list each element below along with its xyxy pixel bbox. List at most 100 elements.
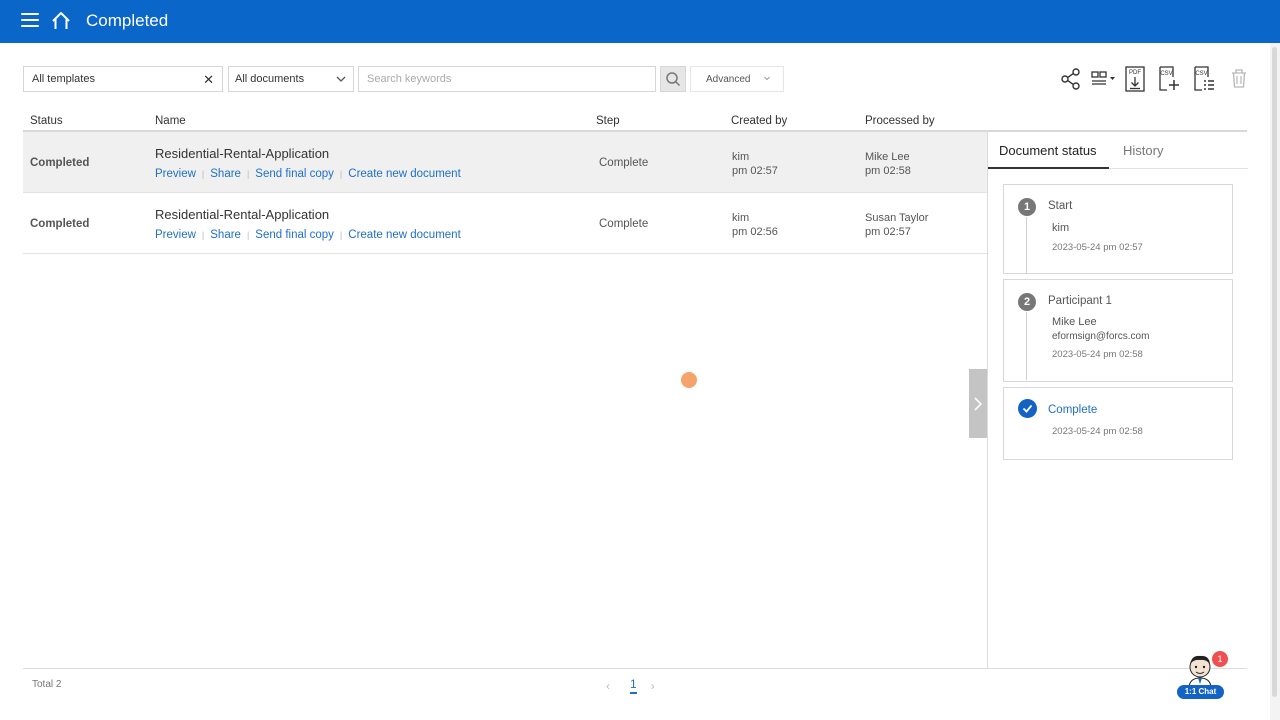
pdf-icon-text: PDF (1129, 70, 1141, 76)
tab-history[interactable]: History (1123, 143, 1163, 158)
document-status-panel: Document status History 1 Start kim 2023… (987, 132, 1248, 668)
row-document-name[interactable]: Residential-Rental-Application (155, 207, 329, 222)
csv-add-icon[interactable]: CSV (1157, 66, 1181, 92)
create-new-document-link[interactable]: Create new document (348, 168, 461, 180)
separator: | (339, 169, 343, 179)
home-icon[interactable] (51, 11, 71, 31)
separator: | (246, 169, 250, 179)
step-card-start: 1 Start kim 2023-05-24 pm 02:57 (1003, 184, 1233, 274)
create-new-document-link[interactable]: Create new document (348, 229, 461, 241)
processed-by-name: Susan Taylor (865, 212, 929, 224)
created-time: pm 02:57 (732, 165, 778, 177)
scrollbar-thumb[interactable] (1272, 47, 1277, 697)
search-box[interactable] (358, 66, 656, 92)
share-icon[interactable] (1060, 66, 1082, 92)
step-person: Mike Lee (1052, 316, 1097, 328)
preview-link[interactable]: Preview (155, 229, 196, 241)
created-time: pm 02:56 (732, 226, 778, 238)
separator: | (201, 230, 205, 240)
step-date: 2023-05-24 pm 02:58 (1052, 349, 1143, 360)
csv-add-icon-text: CSV (1160, 71, 1172, 77)
created-by-name: kim (732, 151, 750, 163)
csv-list-icon[interactable]: CSV (1192, 66, 1216, 92)
created-by-name: kim (732, 212, 750, 224)
check-icon (1018, 399, 1037, 418)
page-title: Completed (86, 11, 169, 30)
table-footer: Total 2 ‹ 1 › (23, 668, 1247, 708)
processed-time: pm 02:57 (865, 226, 911, 238)
row-step: Complete (599, 157, 649, 169)
total-count: Total 2 (32, 679, 62, 690)
top-bar: Completed (0, 0, 1280, 43)
step-card-participant: 2 Participant 1 Mike Lee eformsign@forcs… (1003, 279, 1233, 382)
search-input[interactable] (367, 73, 647, 85)
advanced-label: Advanced (706, 73, 751, 85)
processed-time: pm 02:58 (865, 165, 911, 177)
row-actions: Preview | Share | Send final copy | Create … (155, 168, 461, 180)
template-filter[interactable]: All templates ✕ (23, 66, 223, 92)
prev-page-icon[interactable]: ‹ (606, 679, 616, 693)
search-icon (666, 72, 681, 87)
row-created: kim pm 02:56 (732, 211, 778, 239)
column-step[interactable]: Step (596, 115, 620, 127)
chevron-down-icon (764, 76, 770, 81)
step-email: eformsign@forcs.com (1052, 331, 1150, 342)
row-status: Completed (30, 157, 90, 169)
layout-toggle-icon[interactable] (1090, 66, 1118, 92)
tab-document-status[interactable]: Document status (999, 143, 1097, 158)
hamburger-menu-icon[interactable] (21, 13, 39, 29)
column-status[interactable]: Status (30, 115, 63, 127)
send-final-copy-link[interactable]: Send final copy (255, 229, 334, 241)
row-actions: Preview | Share | Send final copy | Create … (155, 229, 461, 241)
send-final-copy-link[interactable]: Send final copy (255, 168, 334, 180)
step-connector (1026, 217, 1027, 273)
step-person: kim (1052, 222, 1070, 234)
advanced-search-button[interactable]: Advanced (690, 66, 784, 92)
row-processed: Susan Taylor pm 02:57 (865, 211, 928, 239)
share-link[interactable]: Share (210, 229, 241, 241)
step-card-complete: Complete 2023-05-24 pm 02:58 (1003, 387, 1233, 460)
row-created: kim pm 02:57 (732, 150, 778, 178)
notification-badge: 1 (1212, 651, 1228, 667)
template-filter-value: All templates (32, 73, 95, 85)
share-link[interactable]: Share (210, 168, 241, 180)
next-page-icon[interactable]: › (651, 679, 661, 693)
trash-icon[interactable] (1230, 66, 1248, 92)
page-number[interactable]: 1 (630, 677, 637, 694)
processed-by-name: Mike Lee (865, 151, 910, 163)
row-processed: Mike Lee pm 02:58 (865, 150, 911, 178)
chevron-down-icon (336, 76, 346, 82)
chat-widget-button[interactable]: 1:1 Chat 1 (1176, 651, 1228, 701)
mouse-cursor-indicator (681, 372, 697, 388)
separator: | (339, 230, 343, 240)
column-created-by[interactable]: Created by (731, 115, 787, 127)
column-processed-by[interactable]: Processed by (865, 115, 935, 127)
panel-tabs: Document status History (988, 132, 1248, 169)
row-document-name[interactable]: Residential-Rental-Application (155, 146, 329, 161)
table-row[interactable]: Completed Residential-Rental-Application… (23, 193, 987, 254)
separator: | (246, 230, 250, 240)
step-date: 2023-05-24 pm 02:57 (1052, 242, 1143, 253)
step-connector (1026, 312, 1027, 380)
row-status: Completed (30, 218, 90, 230)
chevron-right-icon (974, 396, 983, 411)
clear-icon[interactable]: ✕ (203, 72, 214, 88)
separator: | (201, 169, 205, 179)
step-date: 2023-05-24 pm 02:58 (1052, 426, 1143, 437)
table-row[interactable]: Completed Residential-Rental-Application… (23, 132, 987, 193)
column-name[interactable]: Name (155, 115, 186, 127)
step-number: 1 (1018, 198, 1036, 216)
collapse-panel-button[interactable] (969, 369, 987, 438)
row-step: Complete (599, 218, 649, 230)
step-title: Participant 1 (1048, 295, 1112, 307)
search-button[interactable] (660, 66, 686, 92)
page-scrollbar[interactable] (1270, 43, 1280, 720)
preview-link[interactable]: Preview (155, 168, 196, 180)
chat-label: 1:1 Chat (1177, 685, 1224, 699)
document-filter-select[interactable]: All documents (228, 66, 354, 92)
step-number: 2 (1018, 293, 1036, 311)
pdf-download-icon[interactable]: PDF (1124, 66, 1146, 92)
document-filter-value: All documents (235, 73, 305, 85)
csv-list-icon-text: CSV (1195, 71, 1207, 77)
pagination: ‹ 1 › (606, 677, 661, 694)
